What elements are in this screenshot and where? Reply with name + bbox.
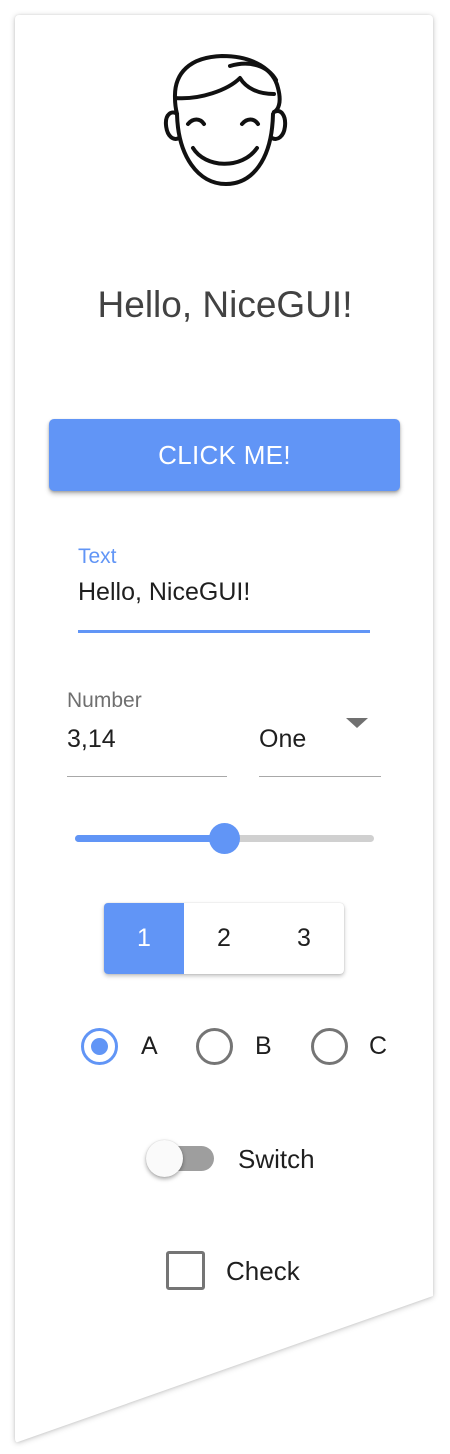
number-input[interactable]: 3,14 (67, 725, 116, 754)
switch-thumb[interactable] (146, 1140, 183, 1177)
radio-selected-dot (91, 1038, 108, 1055)
number-input-underline (67, 776, 227, 777)
toggle-option-3[interactable]: 3 (264, 903, 344, 974)
slider-thumb[interactable] (209, 823, 240, 854)
radio-a[interactable] (81, 1028, 118, 1065)
text-input-underline (78, 630, 370, 633)
radio-label-b: B (255, 1032, 272, 1060)
toggle-button-group: 1 2 3 (104, 903, 344, 974)
text-field-label: Text (78, 545, 117, 568)
radio-label-c: C (369, 1032, 388, 1060)
toggle-option-2[interactable]: 2 (184, 903, 264, 974)
radio-b[interactable] (196, 1028, 233, 1065)
radio-label-a: A (141, 1032, 158, 1060)
dropdown-arrow-icon[interactable] (346, 718, 368, 728)
smiling-face-avatar-icon (163, 54, 288, 186)
select-dropdown[interactable]: One (259, 725, 306, 754)
toggle-option-1[interactable]: 1 (104, 903, 184, 974)
select-underline (259, 776, 381, 777)
checkbox[interactable] (166, 1251, 205, 1290)
checkbox-label: Check (226, 1256, 300, 1286)
switch-label: Switch (238, 1144, 315, 1174)
click-me-button[interactable]: CLICK ME! (49, 419, 400, 491)
number-field-label: Number (67, 689, 142, 712)
radio-c[interactable] (311, 1028, 348, 1065)
greeting-label: Hello, NiceGUI! (97, 284, 353, 325)
text-input[interactable]: Hello, NiceGUI! (78, 578, 250, 607)
slider-fill (75, 835, 225, 842)
